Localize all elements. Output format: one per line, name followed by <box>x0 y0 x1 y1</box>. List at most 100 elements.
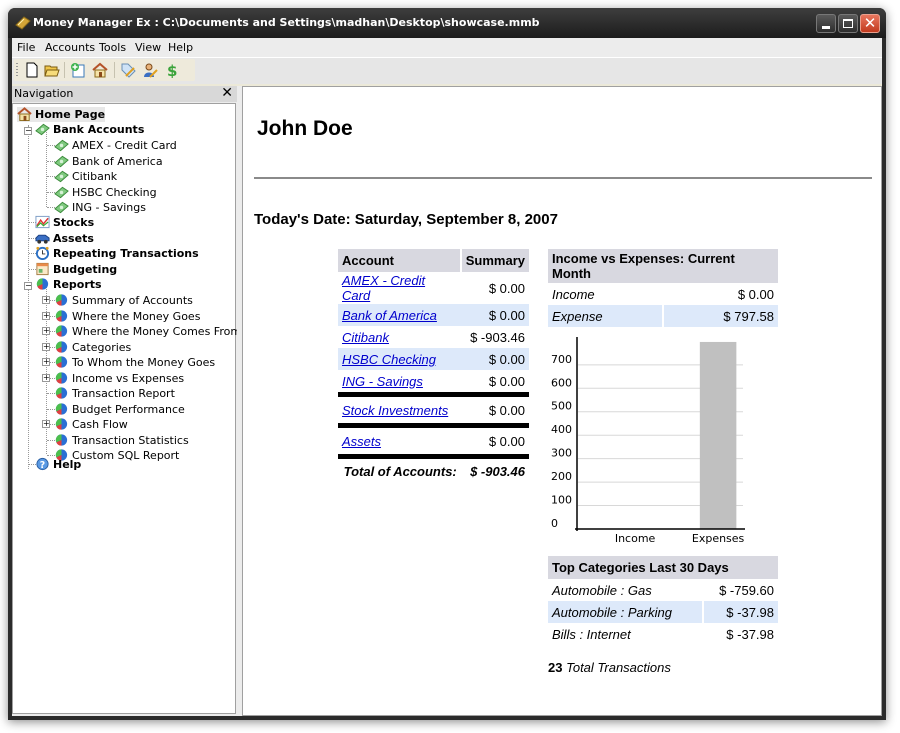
new-file-icon[interactable] <box>24 62 40 78</box>
y-tick-label: 100 <box>551 494 572 507</box>
maximize-icon <box>843 19 853 28</box>
expand-toggle[interactable]: + <box>42 296 50 304</box>
open-folder-icon[interactable] <box>44 62 60 78</box>
payee-icon[interactable] <box>142 62 158 78</box>
menu-view[interactable]: View <box>135 41 161 54</box>
title-bar[interactable]: Money Manager Ex : C:\Documents and Sett… <box>8 8 886 38</box>
navigation-title: Navigation <box>14 87 74 100</box>
toolbar-row: $ <box>12 58 882 84</box>
expense-label: Expense <box>548 305 665 327</box>
y-tick-label: 500 <box>551 400 572 413</box>
expand-toggle[interactable]: + <box>42 327 50 335</box>
user-name-heading: John Doe <box>257 117 353 140</box>
car-icon <box>35 234 50 244</box>
category-value: $ -759.60 <box>719 582 774 598</box>
navigation-panel: Navigation ✕ Home Page − Bank Accounts A… <box>12 85 241 716</box>
table-row: Expense $ 797.58 <box>548 305 778 327</box>
expand-toggle[interactable]: + <box>42 373 50 382</box>
tree-item-label: Income vs Expenses <box>72 371 185 385</box>
home-icon <box>17 107 32 121</box>
assets-balance: $ 0.00 <box>488 433 525 449</box>
tree-item-label: To Whom the Money Goes <box>72 356 216 369</box>
tree-item-label: Transaction Statistics <box>72 433 189 447</box>
clock-icon <box>35 246 50 260</box>
svg-text:?: ? <box>40 460 45 471</box>
assets-link[interactable]: Assets <box>342 434 381 449</box>
total-row: Total of Accounts: $ -903.46 <box>338 459 529 483</box>
account-balance: $ 0.00 <box>488 373 525 389</box>
menu-accounts[interactable]: Accounts <box>45 41 95 54</box>
account-link[interactable]: AMEX - Credit Card <box>342 273 425 303</box>
close-window-button[interactable]: ✕ <box>860 14 880 33</box>
tree-item-home[interactable]: Home Page <box>17 107 105 122</box>
toolbar-separator <box>64 62 65 78</box>
minimize-icon <box>822 26 830 29</box>
y-tick-label: 400 <box>551 423 572 436</box>
maximize-button[interactable] <box>838 14 858 33</box>
y-tick-label: 0 <box>551 517 558 530</box>
total-label: Total of Accounts: <box>343 463 457 479</box>
svg-text:$: $ <box>167 62 177 78</box>
pie-chart-icon <box>55 387 68 399</box>
pie-chart-icon <box>55 325 68 337</box>
account-link[interactable]: Bank of America <box>342 308 437 323</box>
navigation-header: Navigation ✕ <box>12 85 237 102</box>
currency-icon[interactable]: $ <box>164 62 180 78</box>
account-link[interactable]: HSBC Checking <box>342 352 436 367</box>
table-row: Citibank $ -903.46 <box>338 326 529 348</box>
navigation-tree: Home Page − Bank Accounts AMEX - Credit … <box>12 103 241 714</box>
account-balance: $ 0.00 <box>488 280 525 296</box>
home-icon[interactable] <box>92 62 108 78</box>
account-link[interactable]: ING - Savings <box>342 374 423 389</box>
x-tick-label: Expenses <box>692 532 745 545</box>
minimize-button[interactable] <box>816 14 836 33</box>
total-transactions-label: Total Transactions <box>566 660 671 675</box>
table-row: Income $ 0.00 <box>548 283 778 305</box>
top-categories-table: Top Categories Last 30 Days Automobile :… <box>548 556 778 645</box>
table-row: Bills : Internet $ -37.98 <box>548 623 778 645</box>
toolbar-grip[interactable] <box>16 63 18 77</box>
x-tick-label: Income <box>615 532 656 545</box>
y-tick-label: 700 <box>551 353 572 366</box>
money-icon <box>54 186 69 199</box>
pie-chart-icon <box>55 309 68 322</box>
tree-connector <box>46 132 47 207</box>
collapse-toggle[interactable]: − <box>24 127 32 135</box>
table-row: AMEX - Credit Card $ 0.00 <box>338 272 529 304</box>
toolbar: $ <box>14 59 195 81</box>
account-balance: $ 0.00 <box>460 304 529 326</box>
table-row: Stock Investments $ 0.00 <box>338 397 529 426</box>
close-navigation-icon[interactable]: ✕ <box>221 85 233 101</box>
category-label: Automobile : Parking <box>548 601 704 623</box>
new-account-icon[interactable] <box>70 62 86 78</box>
money-icon <box>54 155 69 168</box>
tree-item-label: Summary of Accounts <box>72 294 193 307</box>
table-row: Bank of America $ 0.00 <box>338 304 529 326</box>
menu-tools[interactable]: Tools <box>99 41 126 54</box>
collapse-toggle[interactable]: − <box>24 282 32 290</box>
menu-file[interactable]: File <box>17 41 35 54</box>
account-link[interactable]: Citibank <box>342 330 389 345</box>
stock-investments-link[interactable]: Stock Investments <box>342 403 448 418</box>
table-row: Automobile : Gas $ -759.60 <box>548 579 778 601</box>
top-categories-header: Top Categories Last 30 Days <box>548 556 778 579</box>
expand-toggle[interactable]: + <box>42 311 50 320</box>
tree-connector <box>28 125 29 469</box>
table-row: ING - Savings $ 0.00 <box>338 370 529 395</box>
pie-chart-icon <box>36 278 49 290</box>
income-expenses-bar-chart: 0 100 200 300 400 500 600 700 Income Expenses <box>551 337 745 545</box>
tree-item-label: Where the Money Goes <box>72 309 201 323</box>
tag-icon[interactable] <box>120 62 136 78</box>
pie-chart-icon <box>55 433 68 446</box>
window-title: Money Manager Ex : C:\Documents and Sett… <box>33 16 540 29</box>
bar-expenses <box>699 341 737 529</box>
tree-item-label: Budget Performance <box>72 402 185 416</box>
expand-toggle[interactable]: + <box>42 342 50 351</box>
menu-help[interactable]: Help <box>168 41 193 54</box>
expand-toggle[interactable]: + <box>42 358 50 366</box>
money-icon <box>54 139 69 152</box>
close-icon: ✕ <box>863 14 877 32</box>
expand-toggle[interactable]: + <box>42 420 50 428</box>
accounts-summary-table: Account Summary AMEX - Credit Card $ 0.00… <box>338 249 529 483</box>
budget-icon <box>36 262 49 276</box>
